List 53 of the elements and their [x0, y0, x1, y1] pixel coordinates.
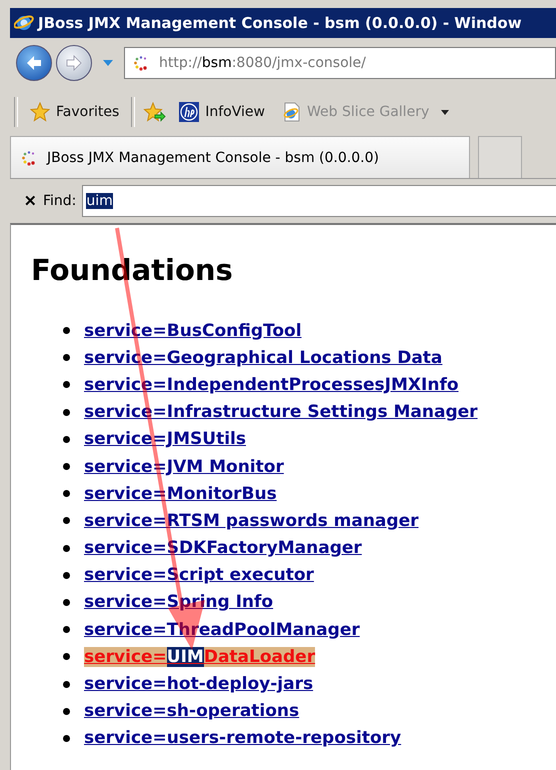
find-field[interactable]: uim [82, 185, 556, 217]
back-button[interactable] [16, 45, 52, 81]
bullet-icon [63, 490, 70, 498]
bullet-icon [63, 327, 70, 334]
bullet-icon [63, 572, 70, 579]
bullet-icon [63, 598, 70, 606]
service-link[interactable]: service=Geographical Locations Data [84, 348, 442, 368]
bullet-icon [63, 708, 70, 715]
service-link[interactable]: service=BusConfigTool [84, 320, 302, 341]
service-link[interactable]: service=JMSUtils [84, 429, 246, 450]
url-text: http://bsm:8080/jmx-console/ [159, 55, 366, 71]
bullet-icon [63, 354, 70, 362]
bullet-icon [63, 408, 70, 416]
browser-logo-icon [14, 13, 34, 33]
favorites-button[interactable]: Favorites [26, 100, 124, 124]
service-link[interactable]: service=JVM Monitor [84, 456, 284, 477]
forward-button[interactable] [56, 45, 92, 81]
find-label: Find: [43, 193, 76, 209]
service-link[interactable]: service=hot-deploy-jars [84, 674, 314, 694]
bullet-icon [63, 734, 70, 742]
star-arrow-icon[interactable] [143, 102, 168, 122]
bullet-icon [63, 544, 70, 552]
service-link[interactable]: service=Spring Info [84, 592, 274, 612]
page-heading: Foundations [31, 253, 234, 287]
service-link[interactable]: service=IndependentProcessesJMXInfo [84, 374, 459, 395]
bullet-icon [63, 436, 70, 443]
bullet-icon [63, 463, 70, 470]
service-link[interactable]: service=MonitorBus [84, 484, 277, 504]
dropdown-icon [441, 110, 450, 114]
star-icon [30, 102, 50, 122]
service-link[interactable]: service=Script executor [84, 565, 314, 586]
bullet-icon [63, 517, 70, 524]
loading-icon [21, 150, 37, 166]
infoview-link[interactable]: InfoView [175, 100, 269, 124]
browser-tab[interactable]: JBoss JMX Management Console - bsm (0.0.0.0) [10, 136, 470, 178]
close-find-button[interactable]: ✕ [24, 192, 37, 210]
loading-icon [133, 55, 149, 71]
service-link[interactable]: service=SDKFactoryManager [84, 538, 362, 558]
hp-logo-icon [179, 102, 200, 122]
forward-arrow-icon [64, 53, 84, 73]
bullet-icon [63, 381, 70, 388]
service-link[interactable]: service=RTSM passwords manager [84, 510, 418, 531]
service-link[interactable]: service=Infrastructure Settings Manager [84, 402, 478, 422]
bullet-icon [63, 653, 70, 660]
bullet-icon [63, 626, 70, 634]
address-field[interactable]: http://bsm:8080/jmx-console/ [124, 47, 556, 79]
service-link[interactable]: service=ThreadPoolManager [84, 620, 360, 640]
window-title: JBoss JMX Management Console - bsm (0.0.0.0) - Window [38, 14, 522, 32]
bullet-icon [63, 680, 70, 688]
service-link[interactable]: service=sh-operations [84, 701, 300, 722]
service-link[interactable]: service=users-remote-repository [84, 728, 402, 748]
dropdown-icon[interactable] [102, 59, 114, 67]
new-tab-button[interactable] [478, 136, 522, 178]
